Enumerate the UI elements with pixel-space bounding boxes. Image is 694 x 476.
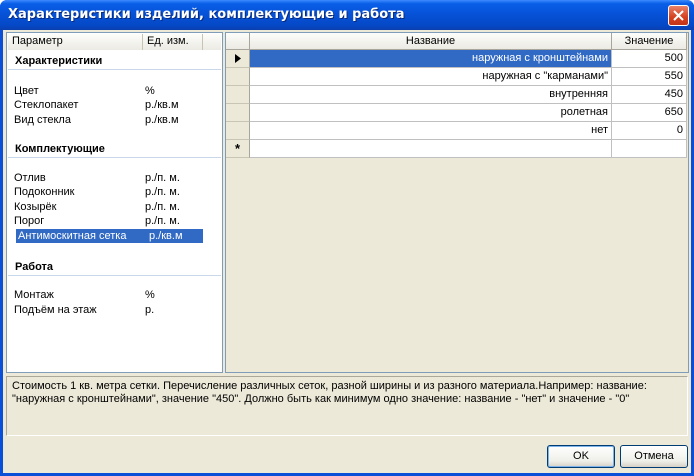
close-icon xyxy=(673,10,684,21)
row-selector[interactable] xyxy=(226,86,250,104)
grid-row[interactable]: внутренняя 450 xyxy=(226,86,687,104)
header-unit[interactable]: Ед. изм. xyxy=(143,34,203,50)
cell-value[interactable]: 450 xyxy=(612,86,687,104)
section-title-work: Работа xyxy=(8,258,221,276)
grid-header-name[interactable]: Название xyxy=(250,33,612,50)
cell-value[interactable]: 650 xyxy=(612,104,687,122)
section-title-components: Комплектующие xyxy=(8,140,221,158)
grid-row[interactable]: наружная с кронштейнами 500 xyxy=(226,50,687,68)
description-line-2: "наружная с кронштейнами", значение "450… xyxy=(12,393,630,405)
grid-new-row[interactable]: * xyxy=(226,140,687,158)
header-filler xyxy=(203,34,221,50)
cell-value[interactable]: 0 xyxy=(612,122,687,140)
param-unit: % xyxy=(145,85,155,97)
param-row-installation[interactable]: Монтаж % xyxy=(14,288,202,302)
cell-name[interactable]: внутренняя xyxy=(250,86,612,104)
section-title-characteristics: Характеристики xyxy=(8,52,221,70)
param-name: Подъём на этаж xyxy=(14,304,97,316)
parameter-list[interactable]: Параметр Ед. изм. Характеристики Цвет % … xyxy=(6,32,223,373)
cell-name-new[interactable] xyxy=(250,140,612,158)
new-row-asterisk-icon: * xyxy=(234,141,241,156)
param-unit: р./п. м. xyxy=(145,186,180,198)
ok-button[interactable]: OK xyxy=(547,445,615,468)
param-name: Порог xyxy=(14,215,45,227)
param-unit: % xyxy=(145,289,155,301)
cancel-button[interactable]: Отмена xyxy=(620,445,688,468)
title-bar[interactable]: Характеристики изделий, комплектующие и … xyxy=(0,0,694,30)
cell-value-new[interactable] xyxy=(612,140,687,158)
dialog-client: Параметр Ед. изм. Характеристики Цвет % … xyxy=(3,30,691,473)
cell-value[interactable]: 550 xyxy=(612,68,687,86)
grid-header-corner xyxy=(226,33,250,50)
param-name: Козырёк xyxy=(14,201,57,213)
grid-row[interactable]: наружная с "карманами" 550 xyxy=(226,68,687,86)
param-unit: р. xyxy=(145,304,155,316)
param-unit: р./п. м. xyxy=(145,201,180,213)
param-name: Антимоскитная сетка xyxy=(18,230,127,242)
cell-name[interactable]: наружная с кронштейнами xyxy=(250,50,612,68)
grid-row[interactable]: нет 0 xyxy=(226,122,687,140)
dialog-window: Характеристики изделий, комплектующие и … xyxy=(0,0,694,476)
param-unit: р./кв.м xyxy=(145,114,179,126)
cell-name[interactable]: наружная с "карманами" xyxy=(250,68,612,86)
row-selector[interactable]: * xyxy=(226,140,250,158)
param-name: Стеклопакет xyxy=(14,99,79,111)
cell-name[interactable]: нет xyxy=(250,122,612,140)
grid-row[interactable]: ролетная 650 xyxy=(226,104,687,122)
row-selector[interactable] xyxy=(226,122,250,140)
cell-name[interactable]: ролетная xyxy=(250,104,612,122)
param-unit: р./п. м. xyxy=(145,172,180,184)
current-row-arrow-icon xyxy=(234,54,241,63)
param-unit: р./кв.м xyxy=(145,99,179,111)
values-grid[interactable]: Название Значение наружная с кронштейнам… xyxy=(225,32,689,373)
param-row-glazing[interactable]: Стеклопакет р./кв.м xyxy=(14,98,202,112)
row-selector[interactable] xyxy=(226,68,250,86)
param-unit: р./п. м. xyxy=(145,215,180,227)
param-row-glass-type[interactable]: Вид стекла р./кв.м xyxy=(14,113,202,127)
param-row-drip[interactable]: Отлив р./п. м. xyxy=(14,171,202,185)
param-name: Монтаж xyxy=(14,289,54,301)
close-button[interactable] xyxy=(668,5,689,26)
header-param[interactable]: Параметр xyxy=(8,34,143,50)
parameter-list-header: Параметр Ед. изм. xyxy=(8,34,221,50)
description-panel: Стоимость 1 кв. метра сетки. Перечислени… xyxy=(6,376,688,436)
param-row-floor-lift[interactable]: Подъём на этаж р. xyxy=(14,303,202,317)
param-row-threshold[interactable]: Порог р./п. м. xyxy=(14,214,202,228)
row-selector[interactable] xyxy=(226,50,250,68)
param-row-color[interactable]: Цвет % xyxy=(14,84,202,98)
grid-header: Название Значение xyxy=(226,33,687,50)
param-name: Отлив xyxy=(14,172,46,184)
row-selector[interactable] xyxy=(226,104,250,122)
cell-value[interactable]: 500 xyxy=(612,50,687,68)
param-unit: р./кв.м xyxy=(149,230,183,242)
param-name: Подоконник xyxy=(14,186,75,198)
param-name: Цвет xyxy=(14,85,39,97)
description-line-1: Стоимость 1 кв. метра сетки. Перечислени… xyxy=(12,380,647,392)
param-row-sill[interactable]: Подоконник р./п. м. xyxy=(14,185,202,199)
param-row-canopy[interactable]: Козырёк р./п. м. xyxy=(14,200,202,214)
param-row-mosquito-net[interactable]: Антимоскитная сетка р./кв.м xyxy=(16,229,203,243)
window-title: Характеристики изделий, комплектующие и … xyxy=(8,7,405,22)
param-name: Вид стекла xyxy=(14,114,71,126)
grid-header-value[interactable]: Значение xyxy=(612,33,687,50)
